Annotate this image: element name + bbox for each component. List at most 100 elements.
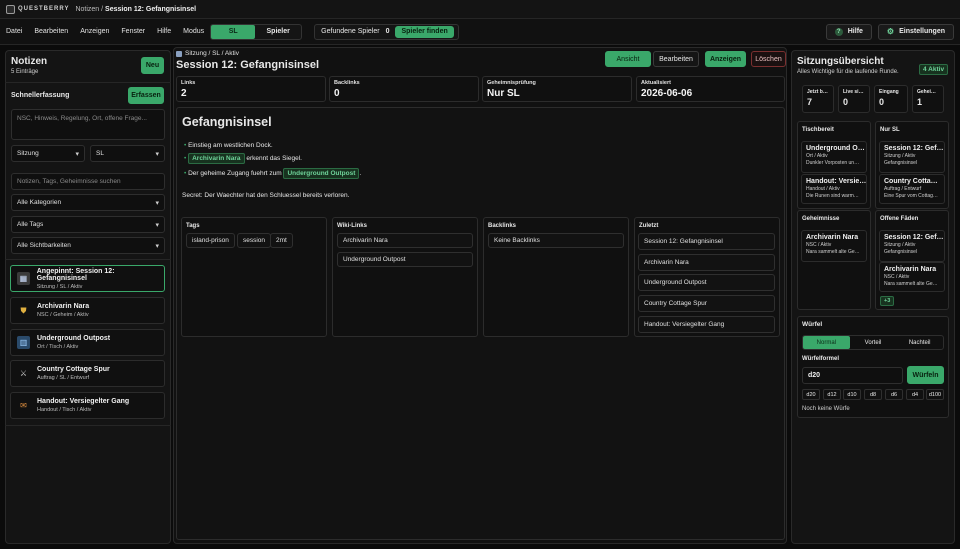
overview-card[interactable]: Handout: Versie… Handout / Aktiv Die Runen… bbox=[801, 174, 867, 204]
tag-pill[interactable]: session bbox=[237, 233, 272, 248]
found-players-label: Gefundene Spieler bbox=[321, 28, 380, 35]
table-ready-title: Tischbereit bbox=[802, 127, 834, 133]
overview-subtitle: Alles Wichtige für die laufende Runde. bbox=[797, 69, 899, 75]
shield-icon: ⛊ bbox=[20, 305, 27, 315]
tags-filter-select[interactable]: Alle Tags bbox=[11, 216, 165, 233]
menu-modus: Modus bbox=[183, 28, 205, 35]
menu-fenster[interactable]: Fenster bbox=[121, 28, 145, 35]
roll-button[interactable]: Würfeln bbox=[907, 366, 944, 384]
help-label: Hilfe bbox=[847, 28, 863, 35]
dice-d6-button[interactable]: d6 bbox=[885, 389, 903, 400]
note-title: Archivarin Nara bbox=[37, 303, 90, 310]
secrets-title: Geheimnisse bbox=[802, 216, 840, 222]
overview-title: Sitzungsübersicht bbox=[797, 56, 884, 67]
recent-item[interactable]: Country Cottage Spur bbox=[638, 295, 775, 312]
notes-search-input[interactable]: Notizen, Tags, Geheimnisse suchen bbox=[11, 173, 165, 190]
type-select[interactable]: Sitzung bbox=[11, 145, 85, 162]
overview-card[interactable]: Underground O… Ort / Aktiv Dunkler Vorpost… bbox=[801, 141, 867, 173]
menu-hilfe[interactable]: Hilfe bbox=[157, 28, 171, 35]
app-logo[interactable]: QUESTBERRY bbox=[6, 4, 69, 14]
dice-d100-button[interactable]: d100 bbox=[926, 389, 944, 400]
edit-button[interactable]: Bearbeiten bbox=[653, 51, 699, 67]
overview-stat: Gehei… 1 bbox=[912, 85, 944, 113]
new-note-button[interactable]: Neu bbox=[141, 57, 164, 74]
calendar-icon: ▦ bbox=[17, 272, 30, 285]
notes-count: 5 Einträge bbox=[11, 69, 39, 75]
show-button[interactable]: Anzeigen bbox=[705, 51, 746, 67]
wiki-link-item[interactable]: Underground Outpost bbox=[337, 252, 473, 267]
dice-d20-button[interactable]: d20 bbox=[802, 389, 820, 400]
note-title: Angepinnt: Session 12: Gefangnisinsel bbox=[36, 267, 115, 282]
note-crumb: Sitzung / SL / Aktiv bbox=[176, 50, 239, 57]
found-players: Gefundene Spieler 0 Spieler finden bbox=[314, 23, 459, 40]
stat-links: Links 2 bbox=[176, 76, 326, 102]
tag-pill[interactable]: 2mt bbox=[270, 233, 293, 248]
logo-icon bbox=[6, 4, 15, 14]
recent-item[interactable]: Handout: Versiegelter Gang bbox=[638, 316, 775, 333]
divider bbox=[5, 82, 171, 83]
doc-title: Gefangnisinsel bbox=[182, 115, 272, 129]
note-item[interactable]: ▥ Underground Outpost Ort / Tisch / Aktiv bbox=[10, 329, 165, 356]
overview-card[interactable]: Country Cotta… Auftrag / Entwurf Eine Spur… bbox=[879, 174, 945, 204]
no-rolls-text: Noch keine Würfe bbox=[802, 406, 850, 412]
help-button[interactable]: ? Hilfe bbox=[825, 23, 872, 40]
mode-sl-button[interactable]: SL bbox=[211, 24, 256, 39]
note-title: Session 12: Gefangnisinsel bbox=[176, 59, 320, 71]
note-item[interactable]: ✉ Handout: Versiegelter Gang Handout / Ti… bbox=[10, 392, 165, 419]
wiki-link-nara[interactable]: Archivarin Nara bbox=[188, 153, 245, 164]
menu-datei[interactable]: Datei bbox=[6, 28, 22, 35]
overview-card[interactable]: Session 12: Gef… Sitzung / Aktiv Gefangnis… bbox=[879, 230, 945, 262]
help-icon: ? bbox=[834, 27, 843, 36]
settings-button[interactable]: ⚙ Einstellungen bbox=[877, 23, 954, 40]
divider bbox=[5, 425, 171, 426]
wiki-link-item[interactable]: Archivarin Nara bbox=[337, 233, 473, 248]
dice-mode-advantage[interactable]: Vorteil bbox=[850, 336, 897, 349]
gear-icon: ⚙ bbox=[886, 27, 895, 36]
visibility-select[interactable]: SL bbox=[90, 145, 165, 162]
bullet-item: • Der geheime Zugang fuehrt zum Undergro… bbox=[184, 168, 362, 179]
bullet-item: • Archivarin Nara erkennt das Siegel. bbox=[184, 153, 302, 164]
tags-title: Tags bbox=[186, 223, 200, 229]
dice-mode-normal[interactable]: Normal bbox=[803, 336, 850, 349]
wiki-link-outpost[interactable]: Underground Outpost bbox=[283, 168, 360, 179]
recent-item[interactable]: Session 12: Gefangnisinsel bbox=[638, 233, 775, 250]
note-item[interactable]: ⛊ Archivarin Nara NSC / Geheim / Aktiv bbox=[10, 297, 165, 324]
mode-player-button[interactable]: Spieler bbox=[255, 25, 301, 39]
menu-anzeigen[interactable]: Anzeigen bbox=[80, 28, 109, 35]
capture-button[interactable]: Erfassen bbox=[128, 87, 164, 104]
dice-mode-disadvantage[interactable]: Nachteil bbox=[896, 336, 943, 349]
notes-title: Notizen bbox=[11, 56, 48, 67]
stat-secret-check: Geheimnisprüfung Nur SL bbox=[482, 76, 632, 102]
breadcrumb-current: Session 12: Gefangnisinsel bbox=[105, 5, 197, 13]
quick-capture-input[interactable]: NSC, Hinweis, Regelung, Ort, offene Frag… bbox=[11, 109, 165, 140]
dice-d4-button[interactable]: d4 bbox=[906, 389, 924, 400]
overview-card[interactable]: Archivarin Nara NSC / Aktiv Nara sammelt a… bbox=[801, 230, 867, 262]
view-button[interactable]: Ansicht bbox=[605, 51, 651, 67]
category-filter-select[interactable]: Alle Kategorien bbox=[11, 194, 165, 211]
breadcrumb-parent[interactable]: Notizen bbox=[75, 6, 99, 13]
more-threads-badge[interactable]: +3 bbox=[880, 296, 895, 306]
formula-label: Würfelformel bbox=[802, 356, 840, 362]
find-players-button[interactable]: Spieler finden bbox=[395, 25, 454, 38]
bullet-item: • Einstieg am westlichen Dock. bbox=[184, 142, 273, 149]
menu-bearbeiten[interactable]: Bearbeiten bbox=[34, 28, 68, 35]
dice-title: Würfel bbox=[802, 321, 823, 328]
recent-item[interactable]: Underground Outpost bbox=[638, 274, 775, 291]
note-meta: Auftrag / SL / Entwurf bbox=[37, 375, 90, 381]
dice-mode-toggle: Normal Vorteil Nachteil bbox=[802, 335, 944, 350]
note-title: Underground Outpost bbox=[37, 335, 111, 342]
overview-card[interactable]: Archivarin Nara NSC / Aktiv Nara sammelt a… bbox=[879, 262, 945, 292]
mode-toggle: SL Spieler bbox=[210, 23, 303, 40]
dice-d10-button[interactable]: d10 bbox=[843, 389, 861, 400]
delete-button[interactable]: Löschen bbox=[751, 51, 786, 67]
dice-d8-button[interactable]: d8 bbox=[864, 389, 882, 400]
note-item[interactable]: ⚔ Country Cottage Spur Auftrag / SL / Ent… bbox=[10, 360, 165, 387]
recent-item[interactable]: Archivarin Nara bbox=[638, 254, 775, 271]
overview-card[interactable]: Session 12: Gef… Sitzung / Aktiv Gefangnis… bbox=[879, 141, 945, 173]
visibility-filter-select[interactable]: Alle Sichtbarkeiten bbox=[11, 237, 165, 254]
dice-d12-button[interactable]: d12 bbox=[823, 389, 841, 400]
note-item[interactable]: ▦ Angepinnt: Session 12: Gefangnisinsel S… bbox=[10, 265, 165, 292]
tag-pill[interactable]: island-prison bbox=[186, 233, 235, 248]
dice-formula-input[interactable]: d20 bbox=[802, 367, 903, 384]
note-title: Handout: Versiegelter Gang bbox=[37, 398, 130, 405]
